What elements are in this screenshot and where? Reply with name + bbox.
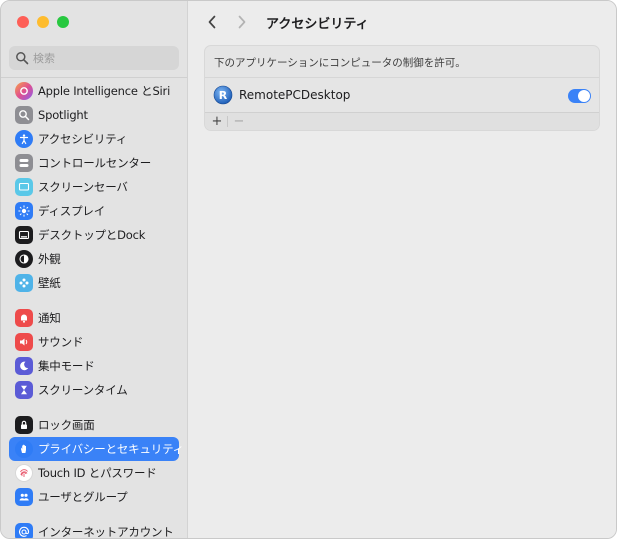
- lock-screen-icon: [15, 416, 33, 434]
- sidebar-item-label: ディスプレイ: [38, 204, 105, 218]
- sidebar-item-label: スクリーンセーバ: [38, 180, 128, 194]
- app-list-row[interactable]: R RemotePCDesktop: [205, 78, 599, 112]
- sidebar-item-lock-screen[interactable]: ロック画面: [9, 413, 179, 437]
- search-input[interactable]: [33, 51, 173, 65]
- sidebar-item-focus[interactable]: 集中モード: [9, 354, 179, 378]
- sidebar-item-label: デスクトップとDock: [38, 228, 146, 242]
- users-icon: [15, 488, 33, 506]
- internet-accounts-icon: [15, 523, 33, 538]
- sidebar-item-notifications[interactable]: 通知: [9, 306, 179, 330]
- screensaver-icon: [15, 178, 33, 196]
- screen-time-icon: [15, 381, 33, 399]
- sidebar-divider: [1, 77, 187, 78]
- sound-icon: [15, 333, 33, 351]
- sidebar-list: Apple Intelligence とSiri Spotlight アクセシビ…: [9, 79, 184, 539]
- panel-description: 下のアプリケーションにコンピュータの制御を許可。: [214, 57, 466, 69]
- sidebar-item-label: Spotlight: [38, 108, 88, 122]
- sidebar-item-control-center[interactable]: コントロールセンター: [9, 151, 179, 175]
- sidebar-item-desktop-dock[interactable]: デスクトップとDock: [9, 223, 179, 247]
- search-icon: [16, 52, 29, 65]
- sidebar-item-label: 通知: [38, 311, 61, 325]
- sidebar-item-label: Touch ID とパスワード: [38, 466, 157, 480]
- sidebar-item-label: コントロールセンター: [38, 156, 151, 170]
- sidebar-item-label: Apple Intelligence とSiri: [38, 84, 171, 98]
- forward-button[interactable]: [232, 12, 252, 32]
- sidebar-item-users-groups[interactable]: ユーザとグループ: [9, 485, 179, 509]
- display-icon: [15, 202, 33, 220]
- sidebar-item-label: 壁紙: [38, 276, 61, 290]
- app-name: RemotePCDesktop: [239, 88, 351, 102]
- sidebar-item-screensaver[interactable]: スクリーンセーバ: [9, 175, 179, 199]
- sidebar-item-appearance[interactable]: 外観: [9, 247, 179, 271]
- action-bar-divider: [227, 116, 228, 127]
- sidebar-item-display[interactable]: ディスプレイ: [9, 199, 179, 223]
- sidebar-item-label: インターネットアカウント: [38, 525, 174, 539]
- page-title: アクセシビリティ: [266, 16, 369, 32]
- toggle-knob: [578, 90, 590, 102]
- sidebar-item-label: サウンド: [38, 335, 84, 349]
- sidebar-item-screen-time[interactable]: スクリーンタイム: [9, 378, 179, 402]
- chevron-left-icon: [208, 15, 216, 29]
- sidebar-item-privacy-security[interactable]: プライバシーとセキュリティ: [9, 437, 184, 461]
- fingerprint-icon: [15, 464, 33, 482]
- remove-app-button[interactable]: −: [232, 113, 246, 130]
- minimize-window-button[interactable]: [37, 16, 49, 28]
- svg-text:R: R: [219, 89, 228, 102]
- back-button[interactable]: [202, 12, 222, 32]
- list-action-bar: + −: [205, 113, 599, 130]
- sidebar-item-label: 外観: [38, 252, 61, 266]
- remotepc-app-icon: R: [213, 85, 233, 105]
- wallpaper-icon: [15, 274, 33, 292]
- sidebar-item-touch-id-passwords[interactable]: Touch ID とパスワード: [9, 461, 179, 485]
- focus-icon: [15, 357, 33, 375]
- sidebar-item-wallpaper[interactable]: 壁紙: [9, 271, 179, 295]
- sidebar-item-spotlight[interactable]: Spotlight: [9, 103, 179, 127]
- spotlight-icon: [15, 106, 33, 124]
- chevron-right-icon: [238, 15, 246, 29]
- control-center-icon: [15, 154, 33, 172]
- sidebar-item-internet-accounts[interactable]: インターネットアカウント: [9, 520, 179, 539]
- search-field[interactable]: [9, 46, 179, 70]
- dock-icon: [15, 226, 33, 244]
- sidebar-item-label: 集中モード: [38, 359, 95, 373]
- sidebar-item-label: アクセシビリティ: [38, 132, 128, 146]
- toolbar: アクセシビリティ: [202, 12, 369, 32]
- privacy-hand-icon: [15, 440, 33, 458]
- sidebar-item-label: プライバシーとセキュリティ: [38, 442, 184, 456]
- apple-intelligence-icon: [15, 82, 33, 100]
- sidebar-item-label: ロック画面: [38, 418, 95, 432]
- sidebar-item-label: スクリーンタイム: [38, 383, 128, 397]
- zoom-window-button[interactable]: [57, 16, 69, 28]
- content-pane: アクセシビリティ 下のアプリケーションにコンピュータの制御を許可。 R Remo…: [188, 1, 616, 538]
- sidebar-item-apple-intelligence-siri[interactable]: Apple Intelligence とSiri: [9, 79, 179, 103]
- settings-window: Apple Intelligence とSiri Spotlight アクセシビ…: [0, 0, 617, 539]
- sidebar-item-accessibility[interactable]: アクセシビリティ: [9, 127, 179, 151]
- permission-panel: 下のアプリケーションにコンピュータの制御を許可。 R RemotePCDeskt…: [204, 45, 600, 131]
- notifications-icon: [15, 309, 33, 327]
- sidebar: Apple Intelligence とSiri Spotlight アクセシビ…: [1, 1, 188, 538]
- sidebar-item-label: ユーザとグループ: [38, 490, 128, 504]
- accessibility-icon: [15, 130, 33, 148]
- close-window-button[interactable]: [17, 16, 29, 28]
- appearance-icon: [15, 250, 33, 268]
- sidebar-item-sound[interactable]: サウンド: [9, 330, 179, 354]
- app-permission-toggle[interactable]: [568, 89, 591, 103]
- add-app-button[interactable]: +: [210, 113, 224, 130]
- window-controls: [17, 16, 69, 28]
